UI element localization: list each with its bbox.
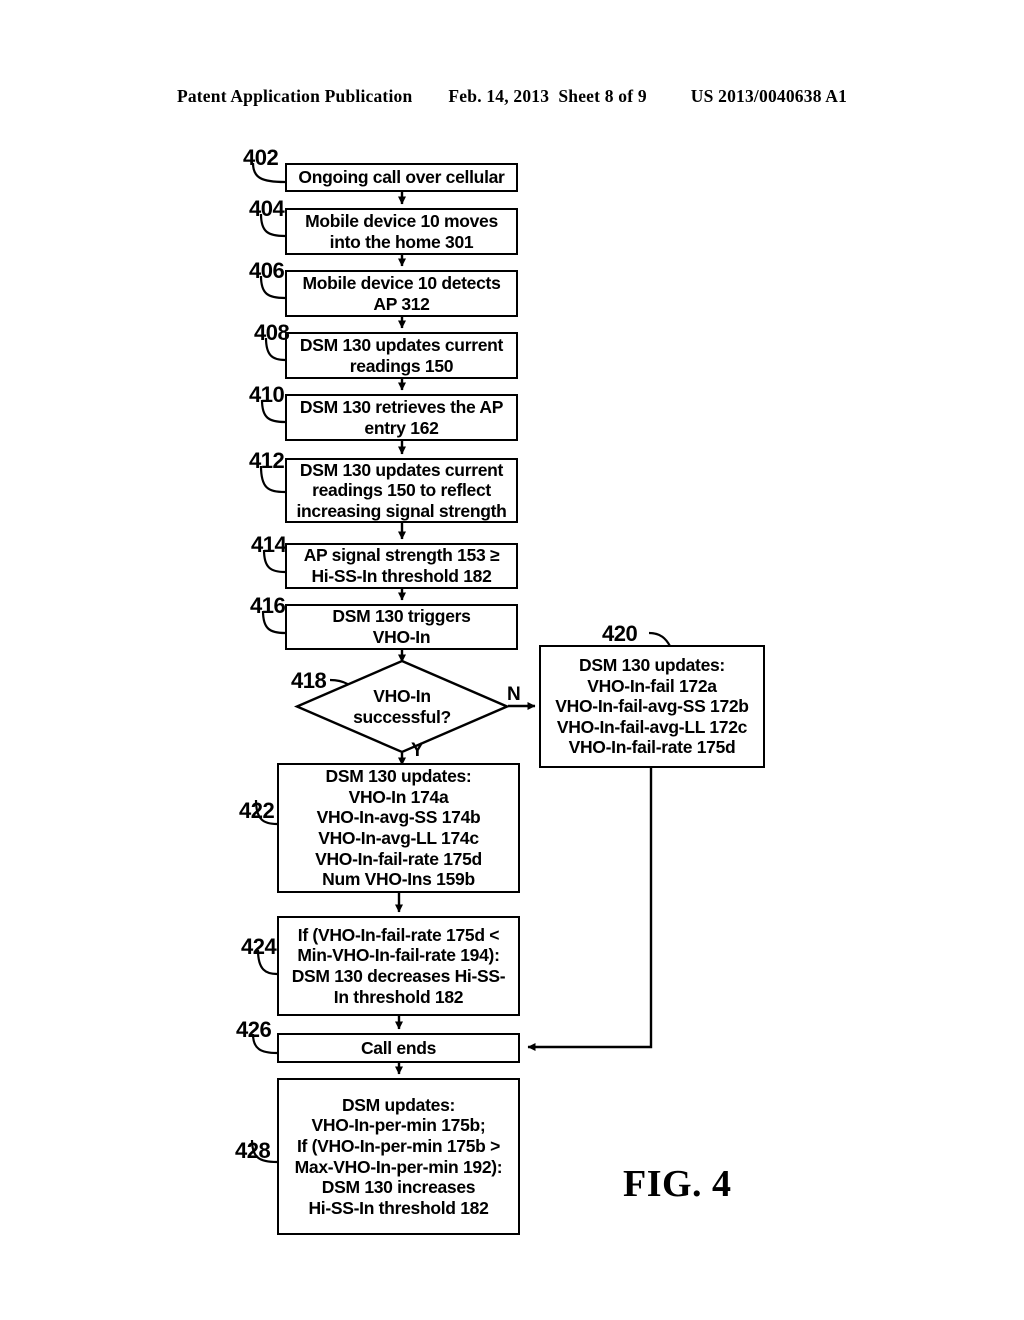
- ref-label-426: 426: [236, 1017, 272, 1042]
- patent-figure-page: Patent Application Publication Feb. 14, …: [0, 0, 1024, 1320]
- flow-node-422-text: DSM 130 updates: VHO-In 174a VHO-In-avg-…: [315, 766, 482, 890]
- flow-node-406: Mobile device 10 detects AP 312: [285, 270, 518, 317]
- ref-label-402: 402: [243, 145, 279, 170]
- flow-node-404: Mobile device 10 moves into the home 301: [285, 208, 518, 255]
- branch-label-yes: Y: [411, 740, 424, 761]
- ref-label-416: 416: [250, 593, 286, 618]
- ref-label-412: 412: [249, 448, 285, 473]
- flow-node-404-text: Mobile device 10 moves into the home 301: [305, 210, 498, 252]
- flow-node-418: VHO-In successful?: [293, 659, 511, 754]
- ref-label-410: 410: [249, 382, 285, 407]
- ref-label-408: 408: [254, 320, 290, 345]
- flow-node-416: DSM 130 triggers VHO-In: [285, 604, 518, 650]
- flow-node-402-text: Ongoing call over cellular: [298, 167, 505, 188]
- flow-node-426: Call ends: [277, 1033, 520, 1063]
- figure-caption: FIG. 4: [623, 1163, 732, 1205]
- ref-label-424: 424: [241, 934, 277, 959]
- flow-node-416-text: DSM 130 triggers VHO-In: [332, 606, 471, 647]
- flow-node-412: DSM 130 updates current readings 150 to …: [285, 458, 518, 523]
- flow-node-424-text: If (VHO-In-fail-rate 175d < Min-VHO-In-f…: [291, 924, 506, 1007]
- flow-node-412-text: DSM 130 updates current readings 150 to …: [296, 459, 507, 521]
- flow-node-420-text: DSM 130 updates: VHO-In-fail 172a VHO-In…: [555, 654, 749, 758]
- flow-node-424: If (VHO-In-fail-rate 175d < Min-VHO-In-f…: [277, 916, 520, 1016]
- ref-label-420: 420: [602, 621, 638, 646]
- ref-label-422: 422: [239, 798, 275, 823]
- ref-label-406: 406: [249, 258, 285, 283]
- flow-node-428: DSM updates: VHO-In-per-min 175b; If (VH…: [277, 1078, 520, 1235]
- flow-node-418-text: VHO-In successful?: [353, 685, 451, 727]
- flow-node-402: Ongoing call over cellular: [285, 163, 518, 192]
- flow-node-414: AP signal strength 153 ≥ Hi-SS-In thresh…: [285, 543, 518, 589]
- flow-node-426-text: Call ends: [360, 1037, 437, 1058]
- ref-label-418: 418: [291, 668, 327, 693]
- flow-node-414-text: AP signal strength 153 ≥ Hi-SS-In thresh…: [303, 545, 500, 586]
- flow-node-422: DSM 130 updates: VHO-In 174a VHO-In-avg-…: [277, 763, 520, 893]
- ref-label-428: 428: [235, 1138, 271, 1163]
- flow-node-420: DSM 130 updates: VHO-In-fail 172a VHO-In…: [539, 645, 765, 768]
- flow-node-410: DSM 130 retrieves the AP entry 162: [285, 394, 518, 441]
- flow-node-406-text: Mobile device 10 detects AP 312: [302, 272, 501, 314]
- flow-node-428-text: DSM updates: VHO-In-per-min 175b; If (VH…: [294, 1094, 503, 1218]
- header-left: Patent Application Publication: [176, 86, 413, 106]
- page-header: Patent Application Publication Feb. 14, …: [0, 86, 1024, 107]
- branch-label-no: N: [507, 684, 521, 705]
- flow-node-408: DSM 130 updates current readings 150: [285, 332, 518, 379]
- header-right: US 2013/0040638 A1: [690, 86, 848, 106]
- flow-node-408-text: DSM 130 updates current readings 150: [299, 334, 504, 376]
- flow-node-410-text: DSM 130 retrieves the AP entry 162: [299, 396, 504, 438]
- ref-label-404: 404: [249, 196, 285, 221]
- header-middle: Feb. 14, 2013 Sheet 8 of 9: [448, 86, 647, 106]
- ref-label-414: 414: [251, 532, 287, 557]
